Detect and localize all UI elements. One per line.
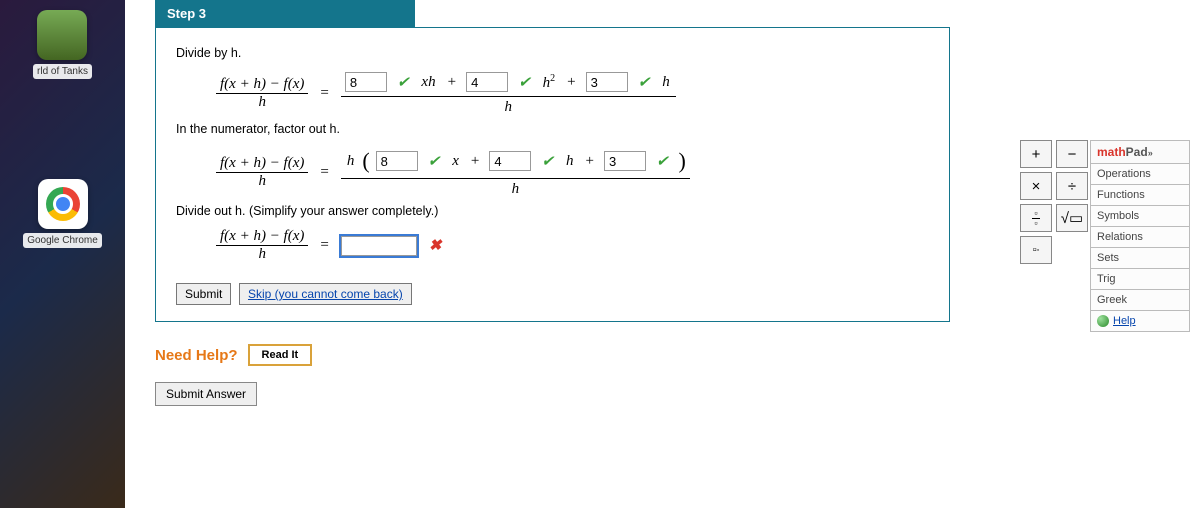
mathpad-fraction[interactable]: ▫▫ xyxy=(1020,204,1052,232)
mathpad-divide[interactable]: ÷ xyxy=(1056,172,1088,200)
mathpad: + − × ÷ ▫▫ √▭ ▫▫ mathPad» Operations Fun… xyxy=(1020,140,1196,332)
input-r1-v1[interactable] xyxy=(345,72,387,92)
x-icon: ✖ xyxy=(429,236,442,255)
equation-row-3: f(x + h) − f(x) h = ✖ xyxy=(216,228,929,263)
chrome-icon xyxy=(38,179,88,229)
mathpad-sqrt[interactable]: √▭ xyxy=(1056,204,1088,232)
check-icon: ✔ xyxy=(541,152,554,171)
mathpad-plus[interactable]: + xyxy=(1020,140,1052,168)
check-icon: ✔ xyxy=(656,152,669,171)
input-r1-v2[interactable] xyxy=(466,72,508,92)
check-icon: ✔ xyxy=(638,73,651,92)
check-icon: ✔ xyxy=(428,152,441,171)
mathpad-minus[interactable]: − xyxy=(1056,140,1088,168)
mathpad-categories: mathPad» Operations Functions Symbols Re… xyxy=(1090,140,1190,332)
mathpad-exponent[interactable]: ▫▫ xyxy=(1020,236,1052,264)
need-help-label: Need Help? xyxy=(155,347,238,364)
mathpad-cat-functions[interactable]: Functions xyxy=(1090,185,1190,206)
submit-answer-button[interactable]: Submit Answer xyxy=(155,382,257,406)
input-r3-final[interactable] xyxy=(341,236,417,256)
instruction-simplify: Divide out h. (Simplify your answer comp… xyxy=(176,204,929,218)
dock: rld of Tanks Google Chrome xyxy=(0,0,125,508)
lhs-fraction: f(x + h) − f(x) h xyxy=(216,155,308,190)
read-it-button[interactable]: Read It xyxy=(248,344,313,366)
equation-row-2: f(x + h) − f(x) h = h ( ✔ x + ✔ h + ✔ xyxy=(216,146,929,198)
step-buttons: Submit Skip (you cannot come back) xyxy=(176,283,929,305)
dock-item-tanks[interactable]: rld of Tanks xyxy=(33,10,92,79)
rhs-fraction-1: ✔ xh + ✔ h2 + ✔ h h xyxy=(341,70,676,116)
instruction-divide: Divide by h. xyxy=(176,46,929,60)
input-r2-v1[interactable] xyxy=(376,151,418,171)
need-help: Need Help? Read It xyxy=(155,344,1190,366)
input-r2-v2[interactable] xyxy=(489,151,531,171)
instruction-factor: In the numerator, factor out h. xyxy=(176,122,929,136)
submit-button[interactable]: Submit xyxy=(176,283,231,305)
mathpad-title: mathPad» xyxy=(1090,140,1190,164)
tanks-icon xyxy=(37,10,87,60)
dock-item-chrome[interactable]: Google Chrome xyxy=(23,179,102,248)
mathpad-cat-sets[interactable]: Sets xyxy=(1090,248,1190,269)
mathpad-times[interactable]: × xyxy=(1020,172,1052,200)
help-icon xyxy=(1097,315,1109,327)
mathpad-help[interactable]: Help xyxy=(1090,311,1190,332)
mathpad-cat-trig[interactable]: Trig xyxy=(1090,269,1190,290)
check-icon: ✔ xyxy=(397,73,410,92)
mathpad-cat-symbols[interactable]: Symbols xyxy=(1090,206,1190,227)
equation-row-1: f(x + h) − f(x) h = ✔ xh + ✔ h2 + ✔ h xyxy=(216,70,929,116)
input-r1-v3[interactable] xyxy=(586,72,628,92)
step-body: Divide by h. f(x + h) − f(x) h = ✔ xh + … xyxy=(155,27,950,322)
mathpad-cat-operations[interactable]: Operations xyxy=(1090,164,1190,185)
mathpad-buttons: + − × ÷ ▫▫ √▭ ▫▫ xyxy=(1020,140,1088,264)
check-icon: ✔ xyxy=(518,73,531,92)
step-header: Step 3 xyxy=(155,0,415,27)
rhs-fraction-2: h ( ✔ x + ✔ h + ✔ ) h xyxy=(341,146,690,198)
skip-button[interactable]: Skip (you cannot come back) xyxy=(239,283,412,305)
dock-label-tanks: rld of Tanks xyxy=(33,64,92,79)
lhs-fraction: f(x + h) − f(x) h xyxy=(216,76,308,111)
mathpad-cat-greek[interactable]: Greek xyxy=(1090,290,1190,311)
mathpad-cat-relations[interactable]: Relations xyxy=(1090,227,1190,248)
dock-label-chrome: Google Chrome xyxy=(23,233,102,248)
lhs-fraction: f(x + h) − f(x) h xyxy=(216,228,308,263)
input-r2-v3[interactable] xyxy=(604,151,646,171)
